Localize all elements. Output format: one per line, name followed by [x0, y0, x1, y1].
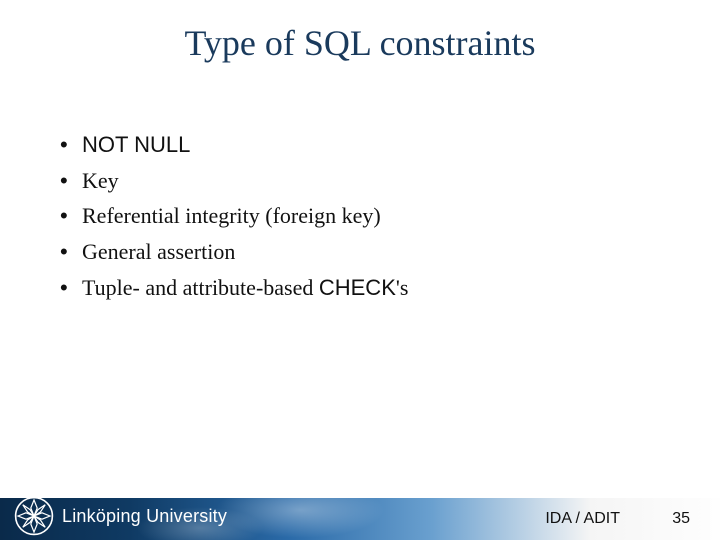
list-item: • Referential integrity (foreign key)	[60, 201, 660, 231]
bullet-text-serif-a: Tuple- and attribute-based	[82, 275, 319, 300]
bullet-text-sans: CHECK	[319, 275, 396, 300]
list-item: • General assertion	[60, 237, 660, 267]
bullet-text: Key	[82, 166, 660, 196]
bullet-text-sans: NOT NULL	[82, 132, 190, 157]
page-number: 35	[672, 510, 690, 528]
list-item: • NOT NULL	[60, 130, 660, 160]
bullet-text: Tuple- and attribute-based CHECK's	[82, 273, 660, 303]
bullet-icon: •	[60, 166, 82, 196]
seal-icon	[14, 496, 54, 536]
bullet-text-serif: General assertion	[82, 239, 235, 264]
bullet-text: General assertion	[82, 237, 660, 267]
university-name: Linköping University	[62, 506, 227, 527]
bullet-text-serif: Key	[82, 168, 119, 193]
list-item: • Tuple- and attribute-based CHECK's	[60, 273, 660, 303]
slide-title: Type of SQL constraints	[0, 22, 720, 64]
university-logo: Linköping University	[14, 492, 227, 540]
bullet-list: • NOT NULL • Key • Referential integrity…	[60, 130, 660, 308]
bullet-icon: •	[60, 237, 82, 267]
bullet-text: NOT NULL	[82, 130, 660, 160]
footer: Linköping University IDA / ADIT 35	[0, 480, 720, 540]
list-item: • Key	[60, 166, 660, 196]
bullet-icon: •	[60, 201, 82, 231]
bullet-text: Referential integrity (foreign key)	[82, 201, 660, 231]
bullet-text-serif-c: 's	[396, 275, 409, 300]
bullet-icon: •	[60, 273, 82, 303]
bullet-icon: •	[60, 130, 82, 160]
slide: Type of SQL constraints • NOT NULL • Key…	[0, 0, 720, 540]
footer-label: IDA / ADIT	[545, 510, 620, 528]
bullet-text-serif: Referential integrity (foreign key)	[82, 203, 381, 228]
